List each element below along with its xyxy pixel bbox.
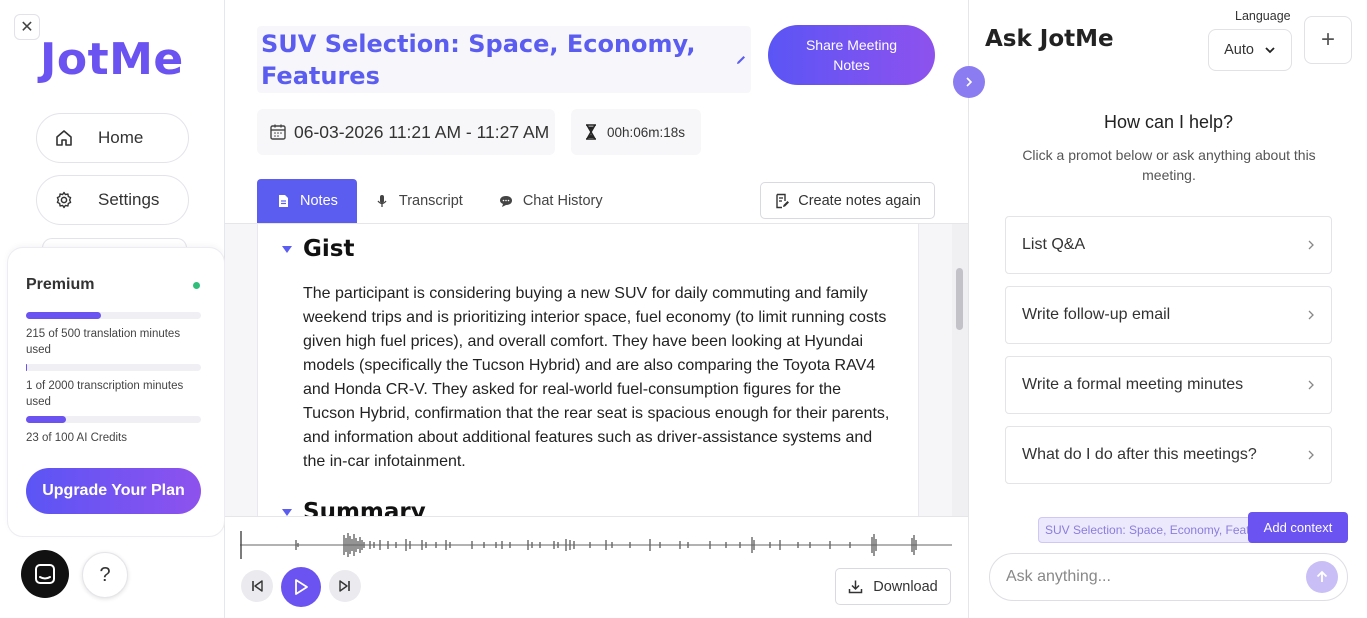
nav-settings-label: Settings: [98, 190, 160, 209]
section-gist-heading[interactable]: Gist: [282, 236, 354, 262]
meeting-tabs: Notes Transcript Chat History: [257, 179, 621, 223]
translation-usage-label: 215 of 500 translation minutes used: [26, 328, 181, 356]
meeting-title-box[interactable]: SUV Selection: Space, Economy, Features: [257, 26, 751, 93]
next-button[interactable]: [329, 570, 361, 602]
chat-launcher-button[interactable]: [21, 550, 69, 598]
meeting-date: 06-03-2026 11:21 AM - 11:27 AM: [257, 109, 555, 155]
download-label: Download: [873, 578, 938, 595]
section-summary-heading[interactable]: Summary: [282, 499, 426, 516]
panel-title: Ask JotMe: [985, 26, 1114, 52]
help-title: How can I help?: [1103, 112, 1234, 132]
hourglass-icon: [586, 124, 596, 140]
meeting-main: SUV Selection: Space, Economy, Features …: [225, 0, 968, 618]
chevron-down-icon: [1265, 47, 1275, 54]
notes-edit-icon: [776, 193, 790, 208]
translation-usage-fill: [26, 312, 102, 319]
tab-chat-history[interactable]: Chat History: [481, 179, 621, 223]
play-icon: [295, 579, 308, 595]
chevron-right-icon: [966, 77, 973, 87]
new-chat-button[interactable]: +: [1304, 16, 1352, 64]
notes-content: Gist The participant is considering buyi…: [225, 224, 968, 516]
translation-usage-bar: [26, 312, 201, 319]
tab-notes[interactable]: Notes: [257, 179, 357, 223]
ask-jotme-panel: Ask JotMe Language Auto + How can I help…: [968, 0, 1367, 618]
prompt-label: List Q&A: [1022, 236, 1086, 253]
language-select[interactable]: Auto: [1208, 29, 1292, 71]
prompt-label: Write a formal meeting minutes: [1022, 376, 1244, 393]
ask-input[interactable]: Ask anything...: [989, 553, 1348, 601]
premium-title: Premium: [26, 276, 95, 293]
transcription-usage-label: 1 of 2000 transcription minutes used: [26, 380, 184, 408]
tab-transcript[interactable]: Transcript: [357, 179, 481, 223]
ai-credits-bar: [26, 416, 201, 423]
close-icon[interactable]: ✕: [14, 14, 40, 40]
sidebar: ✕ JotMe Home Settings Premium 215 of 500…: [0, 0, 225, 618]
tab-notes-label: Notes: [300, 193, 338, 209]
caret-down-icon: [282, 245, 292, 253]
logo: JotMe: [40, 34, 184, 85]
chevron-right-icon: [1308, 380, 1314, 390]
tab-chat-history-label: Chat History: [522, 193, 603, 209]
collapse-panel-button[interactable]: [953, 66, 985, 98]
download-icon: [849, 580, 863, 594]
language-value: Auto: [1224, 42, 1254, 58]
section-gist-title: Gist: [303, 236, 355, 262]
section-summary-title: Summary: [303, 499, 426, 516]
arrow-up-icon: [1316, 570, 1328, 582]
prompt-list-qa[interactable]: List Q&A: [1005, 216, 1332, 274]
play-button[interactable]: [281, 567, 321, 607]
meeting-duration-text: 00h:06m:18s: [607, 124, 686, 140]
help-button[interactable]: ?: [82, 552, 128, 598]
add-context-button[interactable]: Add context: [1248, 512, 1348, 543]
nav-settings-button[interactable]: Settings: [36, 175, 189, 225]
audio-player: Download: [225, 516, 968, 618]
nav-home-button[interactable]: Home: [36, 113, 189, 163]
help-subtitle: Click a promot below or ask anything abo…: [1022, 147, 1316, 183]
prompt-label: Write follow-up email: [1022, 306, 1171, 323]
home-icon: [56, 130, 72, 146]
create-notes-again-button[interactable]: Create notes again: [760, 182, 935, 219]
chat-bubble-icon: [35, 564, 55, 584]
calendar-icon: [270, 124, 286, 140]
transcription-usage-fill: [26, 364, 27, 371]
transcription-usage-bar: [26, 364, 201, 371]
download-button[interactable]: Download: [835, 568, 951, 605]
send-button[interactable]: [1306, 561, 1338, 593]
gear-icon: [56, 191, 72, 209]
language-label: Language: [1235, 9, 1291, 23]
meeting-duration: 00h:06m:18s: [571, 109, 701, 155]
share-meeting-notes-button[interactable]: Share Meeting Notes: [768, 25, 935, 85]
upgrade-plan-button[interactable]: Upgrade Your Plan: [26, 468, 201, 514]
notes-document: Gist The participant is considering buyi…: [257, 224, 919, 516]
skip-back-icon: [252, 580, 263, 592]
premium-card: Premium 215 of 500 translation minutes u…: [7, 247, 225, 537]
nav-home-label: Home: [98, 128, 144, 147]
create-notes-again-label: Create notes again: [798, 192, 921, 209]
microphone-icon: [377, 195, 387, 207]
prompt-next-steps[interactable]: What do I do after this meetings?: [1005, 426, 1332, 484]
status-dot: [193, 282, 200, 289]
tab-transcript-label: Transcript: [398, 193, 463, 209]
meeting-title[interactable]: SUV Selection: Space, Economy, Features: [261, 28, 701, 92]
context-chip[interactable]: SUV Selection: Space, Economy, Features: [1038, 517, 1258, 543]
audio-waveform[interactable]: [240, 529, 952, 561]
prompt-label: What do I do after this meetings?: [1022, 446, 1257, 463]
chevron-right-icon: [1308, 310, 1314, 320]
previous-button[interactable]: [241, 570, 273, 602]
scrollbar-thumb[interactable]: [956, 268, 963, 330]
ai-credits-fill: [26, 416, 67, 423]
ai-credits-label: 23 of 100 AI Credits: [26, 432, 128, 444]
skip-forward-icon: [339, 580, 350, 592]
prompt-follow-up-email[interactable]: Write follow-up email: [1005, 286, 1332, 344]
pencil-icon[interactable]: [735, 54, 747, 66]
meeting-date-text: 06-03-2026 11:21 AM - 11:27 AM: [294, 121, 550, 142]
caret-down-icon: [282, 508, 292, 516]
chevron-right-icon: [1308, 450, 1314, 460]
chevron-right-icon: [1308, 240, 1314, 250]
section-gist-body: The participant is considering buying a …: [303, 285, 890, 470]
jotme-app: ✕ JotMe Home Settings Premium 215 of 500…: [0, 0, 1367, 618]
prompt-meeting-minutes[interactable]: Write a formal meeting minutes: [1005, 356, 1332, 414]
document-icon: [279, 195, 288, 207]
chat-icon: [499, 196, 512, 207]
